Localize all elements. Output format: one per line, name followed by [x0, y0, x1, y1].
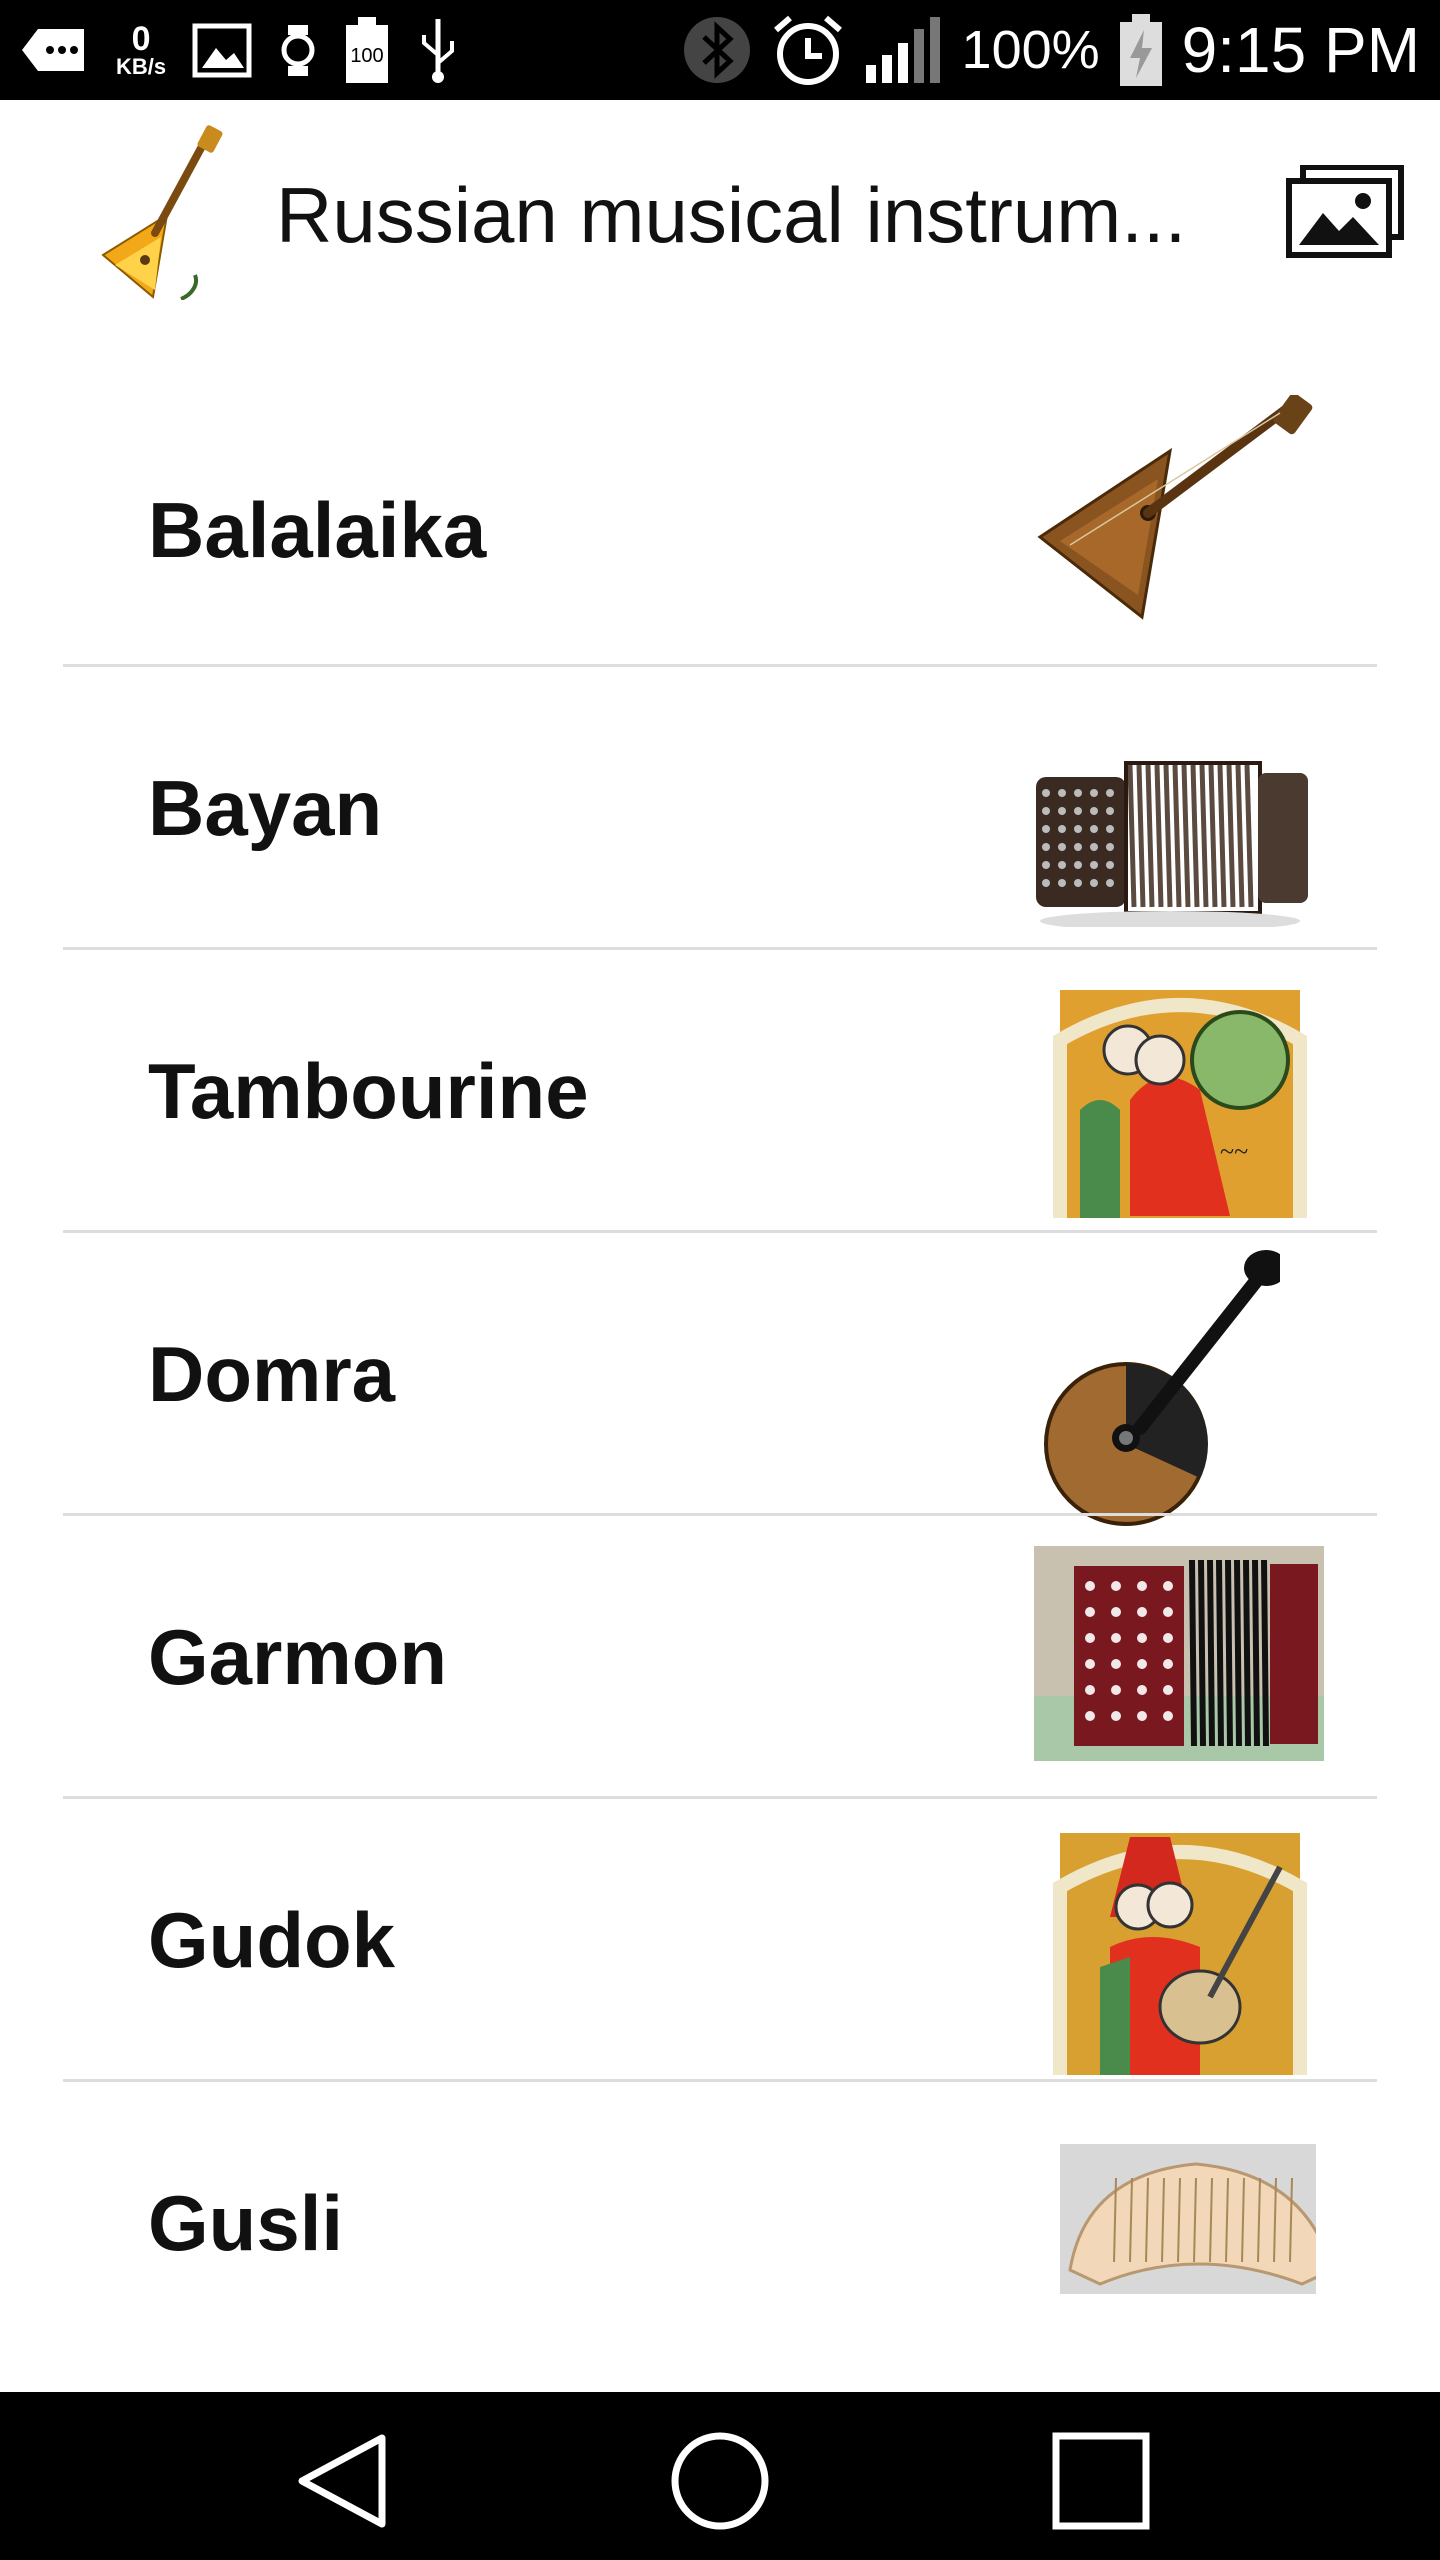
- domra-image: [1044, 1250, 1280, 1526]
- list-item-label: Balalaika: [148, 486, 487, 574]
- data-rate: 0 KB/s: [116, 22, 166, 78]
- page-title: Russian musical instrum...: [276, 171, 1187, 259]
- list-item-garmon[interactable]: Garmon: [0, 1516, 1440, 1799]
- list-item-label: Gusli: [148, 2179, 344, 2267]
- list-item-label: Gudok: [148, 1896, 395, 1984]
- list-item-gudok[interactable]: Gudok: [0, 1799, 1440, 2082]
- gudok-image: [1053, 1833, 1307, 2075]
- data-rate-value: 0: [131, 20, 151, 58]
- battery-charging-icon: [1119, 14, 1162, 86]
- list-item-label: Garmon: [148, 1613, 448, 1701]
- app-bar: Russian musical instrum...: [0, 100, 1440, 330]
- recents-icon[interactable]: [1046, 2426, 1156, 2536]
- garmon-image: [1034, 1546, 1324, 1761]
- list-item-gusli[interactable]: Gusli: [0, 2082, 1440, 2365]
- list-item-balalaika[interactable]: Balalaika: [0, 330, 1440, 667]
- signal-icon: [865, 17, 940, 83]
- gusli-image: [1060, 2144, 1316, 2294]
- list-item-domra[interactable]: Domra: [0, 1233, 1440, 1526]
- list-item-label: Tambourine: [148, 1047, 589, 1135]
- balalaika-icon: [101, 125, 223, 300]
- svg-text:~~: ~~: [1220, 1137, 1248, 1166]
- home-icon[interactable]: [665, 2426, 775, 2536]
- svg-text:100: 100: [350, 45, 383, 67]
- list-item-tambourine[interactable]: Tambourine ~~: [0, 950, 1440, 1233]
- battery-saver-icon: 100: [346, 17, 389, 83]
- list-item-label: Domra: [148, 1330, 396, 1418]
- clock: 9:15 PM: [1181, 14, 1420, 86]
- bluetooth-icon: [683, 17, 750, 83]
- tambourine-image: ~~: [1053, 990, 1307, 1218]
- list-item-label: Bayan: [148, 764, 383, 852]
- watch-icon: [281, 24, 315, 76]
- back-icon[interactable]: [290, 2426, 400, 2536]
- balalaika-image: [1037, 395, 1313, 620]
- bayan-image: [1036, 761, 1308, 927]
- image-icon: [192, 23, 252, 77]
- data-rate-unit: KB/s: [116, 54, 167, 79]
- status-bar: 0 KB/s 100 100% 9:15 PM: [0, 0, 1440, 100]
- navigation-bar: [0, 2392, 1440, 2560]
- gallery-icon[interactable]: [1285, 165, 1405, 260]
- usb-icon: [422, 19, 455, 83]
- battery-percent: 100%: [961, 20, 1100, 80]
- message-icon: [22, 29, 84, 71]
- list-item-bayan[interactable]: Bayan: [0, 667, 1440, 950]
- alarm-icon: [773, 15, 842, 85]
